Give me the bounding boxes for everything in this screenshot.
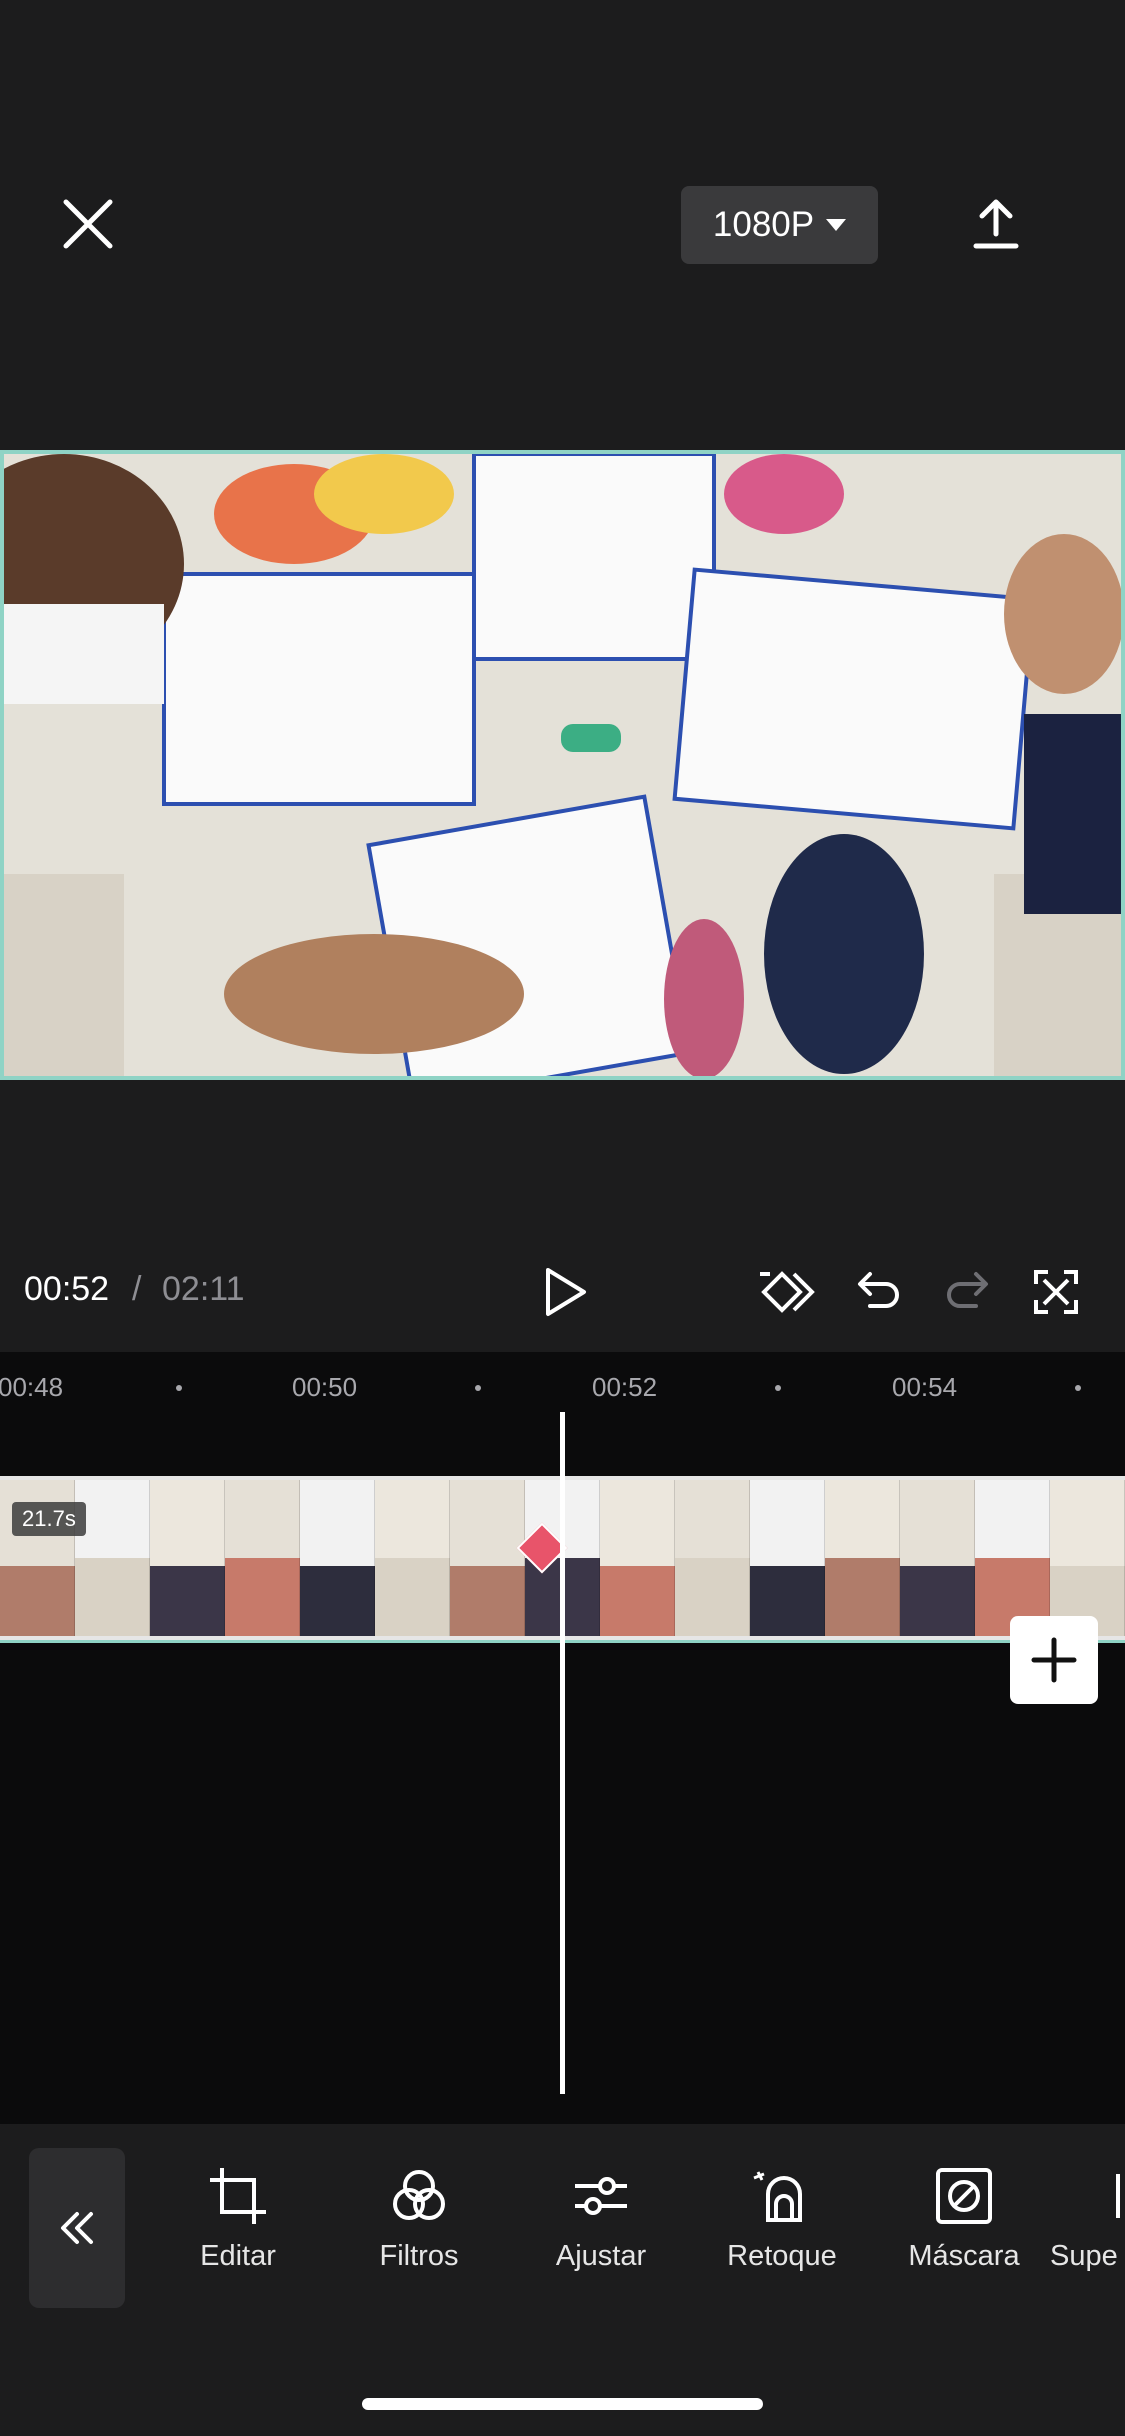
clip-duration-badge: 21.7s bbox=[12, 1502, 86, 1536]
export-button[interactable] bbox=[966, 194, 1026, 254]
tool-label: Máscara bbox=[908, 2240, 1020, 2272]
playhead[interactable] bbox=[560, 1412, 565, 2094]
clip-thumbnail bbox=[150, 1480, 225, 1636]
home-indicator[interactable] bbox=[362, 2398, 763, 2410]
clip-thumbnail bbox=[900, 1480, 975, 1636]
adjust-icon bbox=[575, 2177, 627, 2215]
undo-icon bbox=[858, 1272, 899, 1308]
clip-thumbnail bbox=[375, 1480, 450, 1636]
clip-thumbnail bbox=[675, 1480, 750, 1636]
ruler-tick bbox=[176, 1385, 182, 1391]
resolution-label: 1080P bbox=[712, 205, 815, 244]
tool-retoque[interactable]: Retoque bbox=[702, 2164, 862, 2273]
double-chevron-left-icon bbox=[61, 2212, 93, 2244]
ruler-tick bbox=[775, 1385, 781, 1391]
clip-thumbnail bbox=[600, 1480, 675, 1636]
ruler-tick bbox=[475, 1385, 481, 1391]
time-separator: / bbox=[132, 1270, 142, 1308]
caret-down-icon bbox=[826, 219, 847, 231]
tool-label: Editar bbox=[200, 2240, 276, 2272]
ruler-label: 00:52 bbox=[592, 1372, 658, 1402]
current-time: 00:52 bbox=[24, 1270, 110, 1308]
resolution-dropdown[interactable]: 1080P bbox=[681, 186, 878, 264]
mask-icon bbox=[936, 2168, 992, 2224]
clip-thumbnail bbox=[75, 1480, 150, 1636]
tool-filtros[interactable]: Filtros bbox=[339, 2164, 499, 2273]
plus-icon bbox=[1031, 1637, 1077, 1683]
ruler-label: 00:54 bbox=[892, 1372, 958, 1402]
keyframe-button[interactable] bbox=[758, 1266, 818, 1318]
add-clip-button[interactable] bbox=[1010, 1616, 1098, 1704]
keyframe-icon bbox=[760, 1271, 815, 1313]
clip-thumbnail bbox=[450, 1480, 525, 1636]
clip-thumbnail bbox=[300, 1480, 375, 1636]
clip-thumbnail bbox=[225, 1480, 300, 1636]
upload-icon bbox=[973, 199, 1019, 249]
overlay-icon bbox=[1116, 2174, 1120, 2218]
clip-thumbnail bbox=[1050, 1480, 1125, 1636]
clip-thumbnail bbox=[750, 1480, 825, 1636]
tool-label: Supe bbox=[1050, 2240, 1118, 2272]
filters-icon bbox=[393, 2170, 445, 2220]
redo-icon bbox=[947, 1272, 988, 1308]
close-button[interactable] bbox=[56, 192, 120, 256]
back-button[interactable] bbox=[29, 2148, 125, 2308]
video-frame-image bbox=[4, 454, 1121, 1076]
tool-label: Ajustar bbox=[555, 2240, 647, 2272]
tool-label: Retoque bbox=[727, 2240, 837, 2272]
ruler-label: 00:48 bbox=[0, 1372, 64, 1402]
retouch-icon bbox=[753, 2171, 802, 2222]
undo-button[interactable] bbox=[852, 1266, 902, 1316]
play-button[interactable] bbox=[540, 1264, 590, 1320]
redo-button[interactable] bbox=[944, 1266, 994, 1316]
crop-icon bbox=[210, 2168, 266, 2224]
tool-ajustar[interactable]: Ajustar bbox=[521, 2164, 681, 2273]
tool-label: Filtros bbox=[379, 2240, 459, 2272]
clip-thumbnail bbox=[825, 1480, 900, 1636]
fullscreen-icon bbox=[1034, 1270, 1078, 1314]
tool-supe[interactable]: Supe bbox=[1050, 2164, 1125, 2273]
fullscreen-button[interactable] bbox=[1032, 1268, 1080, 1316]
tool-mascara[interactable]: Máscara bbox=[884, 2164, 1044, 2273]
play-icon bbox=[546, 1268, 586, 1316]
clip-thumbnail bbox=[975, 1480, 1050, 1636]
video-preview[interactable] bbox=[0, 450, 1125, 1080]
total-time: 02:11 bbox=[162, 1270, 245, 1308]
tool-editar[interactable]: Editar bbox=[158, 2164, 318, 2273]
ruler-tick bbox=[1075, 1385, 1081, 1391]
ruler-label: 00:50 bbox=[292, 1372, 358, 1402]
close-icon bbox=[63, 199, 113, 249]
